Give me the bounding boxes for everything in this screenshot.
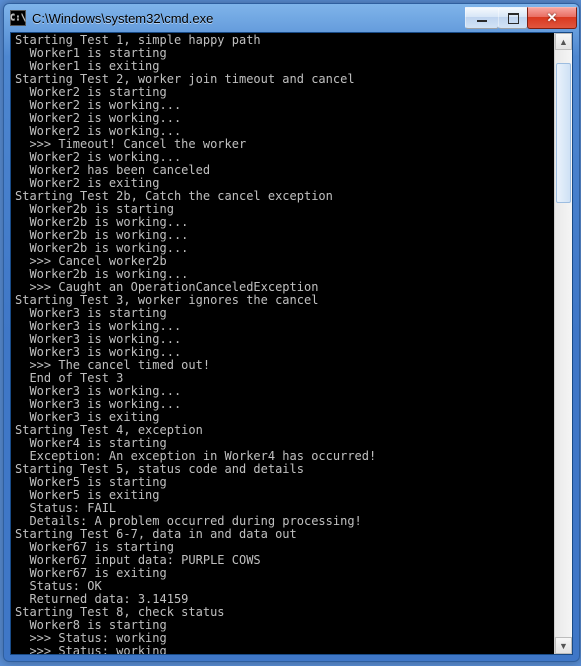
cmd-icon: C:\ xyxy=(10,10,26,26)
close-icon: ✕ xyxy=(547,10,558,26)
minimize-button[interactable] xyxy=(465,7,499,29)
window-title: C:\Windows\system32\cmd.exe xyxy=(32,11,466,26)
window-controls: ✕ xyxy=(466,7,577,29)
console-output[interactable]: Starting Test 1, simple happy path Worke… xyxy=(11,33,572,654)
titlebar[interactable]: C:\ C:\Windows\system32\cmd.exe ✕ xyxy=(4,4,579,32)
minimize-icon xyxy=(477,20,487,22)
client-area: Starting Test 1, simple happy path Worke… xyxy=(10,32,573,655)
scroll-thumb[interactable] xyxy=(556,63,571,203)
maximize-icon xyxy=(508,13,519,24)
maximize-button[interactable] xyxy=(498,7,528,29)
vertical-scrollbar[interactable]: ▲ ▼ xyxy=(554,33,572,654)
close-button[interactable]: ✕ xyxy=(527,7,577,29)
command-prompt-window: C:\ C:\Windows\system32\cmd.exe ✕ Starti… xyxy=(3,3,580,662)
scroll-up-button[interactable]: ▲ xyxy=(555,33,572,50)
scroll-down-button[interactable]: ▼ xyxy=(555,637,572,654)
